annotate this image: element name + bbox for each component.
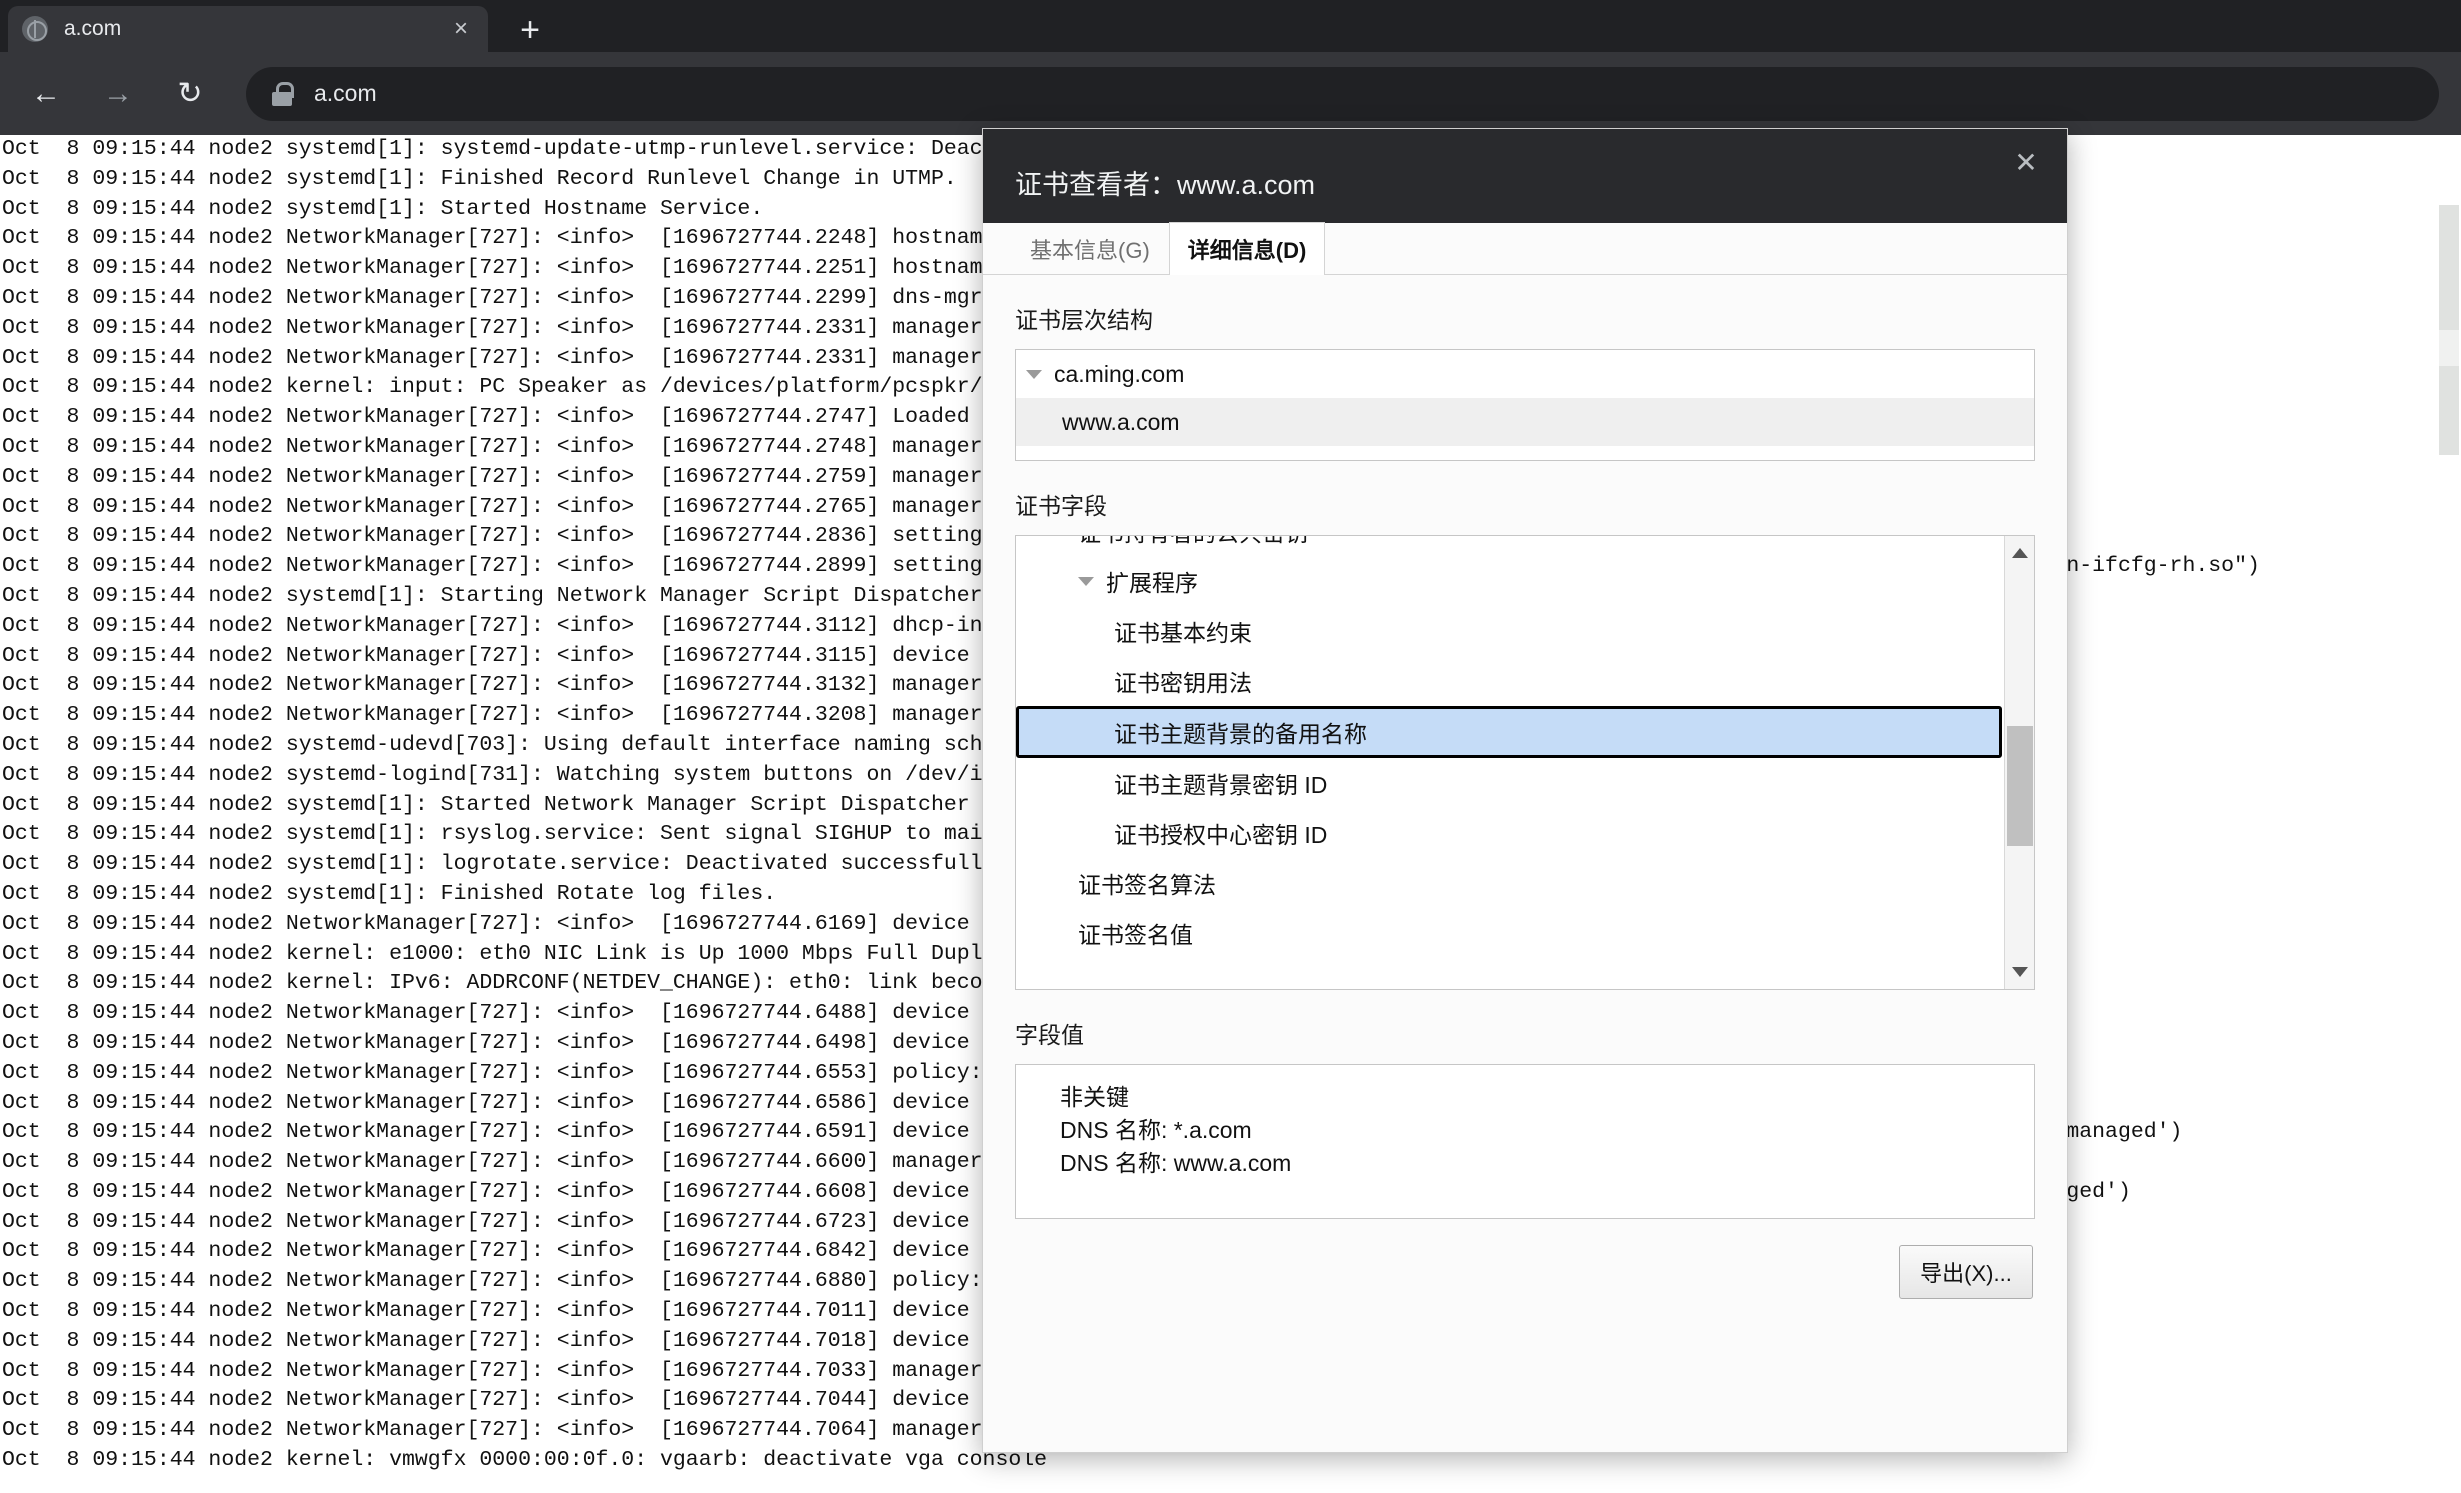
field-value-line: 非关键 <box>1060 1081 2034 1114</box>
field-value-line: DNS 名称: www.a.com <box>1060 1147 2034 1180</box>
dialog-tab-0[interactable]: 基本信息(G) <box>1011 222 1169 274</box>
field-row-label: 证书持有者的公共密钥 <box>1078 535 1308 548</box>
address-bar-value: a.com <box>314 80 377 107</box>
scroll-down-icon[interactable] <box>2005 957 2035 987</box>
field-row[interactable]: 扩展程序 <box>1016 556 2016 606</box>
field-value-line: DNS 名称: *.a.com <box>1060 1114 2034 1147</box>
back-button[interactable]: ← <box>20 68 72 120</box>
fields-label: 证书字段 <box>1015 487 2035 521</box>
certificate-hierarchy-tree[interactable]: ca.ming.com www.a.com <box>1015 349 2035 461</box>
browser-tab-title: a.com <box>64 17 448 41</box>
scroll-up-icon[interactable] <box>2005 538 2035 568</box>
close-icon[interactable]: × <box>448 17 474 41</box>
field-row[interactable]: 证书主题背景密钥 ID <box>1016 758 2016 808</box>
field-row[interactable]: 证书密钥用法 <box>1016 656 2016 706</box>
field-row-label: 证书签名值 <box>1078 916 1193 950</box>
globe-icon <box>22 16 48 42</box>
dialog-footer: 导出(X)... <box>983 1219 2067 1325</box>
field-row-label: 扩展程序 <box>1106 564 1198 598</box>
page-scrollbar[interactable] <box>2437 135 2461 1493</box>
fields-scroll-content: 证书持有者的公共密钥扩展程序证书基本约束证书密钥用法证书主题背景的备用名称证书主… <box>1016 535 2016 958</box>
field-row-label: 证书签名算法 <box>1078 866 1216 900</box>
address-bar[interactable]: a.com <box>246 67 2439 121</box>
hierarchy-row-label: www.a.com <box>1062 409 1180 436</box>
field-row-label: 证书密钥用法 <box>1114 664 1252 698</box>
dialog-body: 证书层次结构 ca.ming.com www.a.com 证书字段 证书持有者的公… <box>983 301 2067 1219</box>
hierarchy-row[interactable]: www.a.com <box>1016 398 2034 446</box>
screen: a.com × + ← → ↻ a.com Oct 8 09:15:44 nod… <box>0 0 2461 1493</box>
field-row[interactable]: 证书授权中心密钥 ID <box>1016 808 2016 858</box>
field-row[interactable]: 证书主题背景的备用名称 <box>1016 706 2002 758</box>
field-row-label: 证书授权中心密钥 ID <box>1114 816 1327 850</box>
chevron-down-icon[interactable] <box>1078 577 1094 586</box>
hierarchy-row[interactable]: ca.ming.com <box>1016 350 2034 398</box>
field-row[interactable]: 证书基本约束 <box>1016 606 2016 656</box>
dialog-title: 证书查看者：www.a.com <box>1015 163 1315 202</box>
lock-icon[interactable] <box>272 82 292 106</box>
field-row-label: 证书主题背景密钥 ID <box>1114 766 1327 800</box>
fields-scrollbar-thumb[interactable] <box>2007 726 2033 846</box>
field-row-label: 证书基本约束 <box>1114 614 1252 648</box>
field-row[interactable]: 证书签名值 <box>1016 908 2016 958</box>
export-button[interactable]: 导出(X)... <box>1899 1245 2033 1299</box>
close-icon[interactable]: ✕ <box>2003 139 2049 185</box>
field-value-box: 非关键DNS 名称: *.a.comDNS 名称: www.a.com <box>1015 1064 2035 1219</box>
page-scrollbar-thumb-highlight <box>2439 330 2459 366</box>
dialog-titlebar: 证书查看者：www.a.com ✕ <box>983 129 2067 223</box>
browser-toolbar: ← → ↻ a.com <box>0 52 2461 135</box>
certificate-fields-tree[interactable]: 证书持有者的公共密钥扩展程序证书基本约束证书密钥用法证书主题背景的备用名称证书主… <box>1015 535 2035 990</box>
field-value-label: 字段值 <box>1015 1016 2035 1050</box>
field-row[interactable]: 证书签名算法 <box>1016 858 2016 908</box>
dialog-tab-1[interactable]: 详细信息(D) <box>1169 222 1326 275</box>
dialog-tabs: 基本信息(G)详细信息(D) <box>983 223 2067 275</box>
forward-button[interactable]: → <box>92 68 144 120</box>
field-row[interactable]: 证书持有者的公共密钥 <box>1016 535 2016 556</box>
browser-tab[interactable]: a.com × <box>8 6 488 52</box>
certificate-viewer-dialog: 证书查看者：www.a.com ✕ 基本信息(G)详细信息(D) 证书层次结构 … <box>982 128 2068 1453</box>
hierarchy-label: 证书层次结构 <box>1015 301 2035 335</box>
hierarchy-row-label: ca.ming.com <box>1054 361 1184 388</box>
reload-button[interactable]: ↻ <box>164 68 216 120</box>
field-row-label: 证书主题背景的备用名称 <box>1114 715 1367 749</box>
browser-tab-strip: a.com × + <box>0 0 2461 52</box>
new-tab-button[interactable]: + <box>510 10 550 50</box>
fields-scrollbar[interactable] <box>2004 536 2034 989</box>
chevron-down-icon[interactable] <box>1026 370 1042 379</box>
